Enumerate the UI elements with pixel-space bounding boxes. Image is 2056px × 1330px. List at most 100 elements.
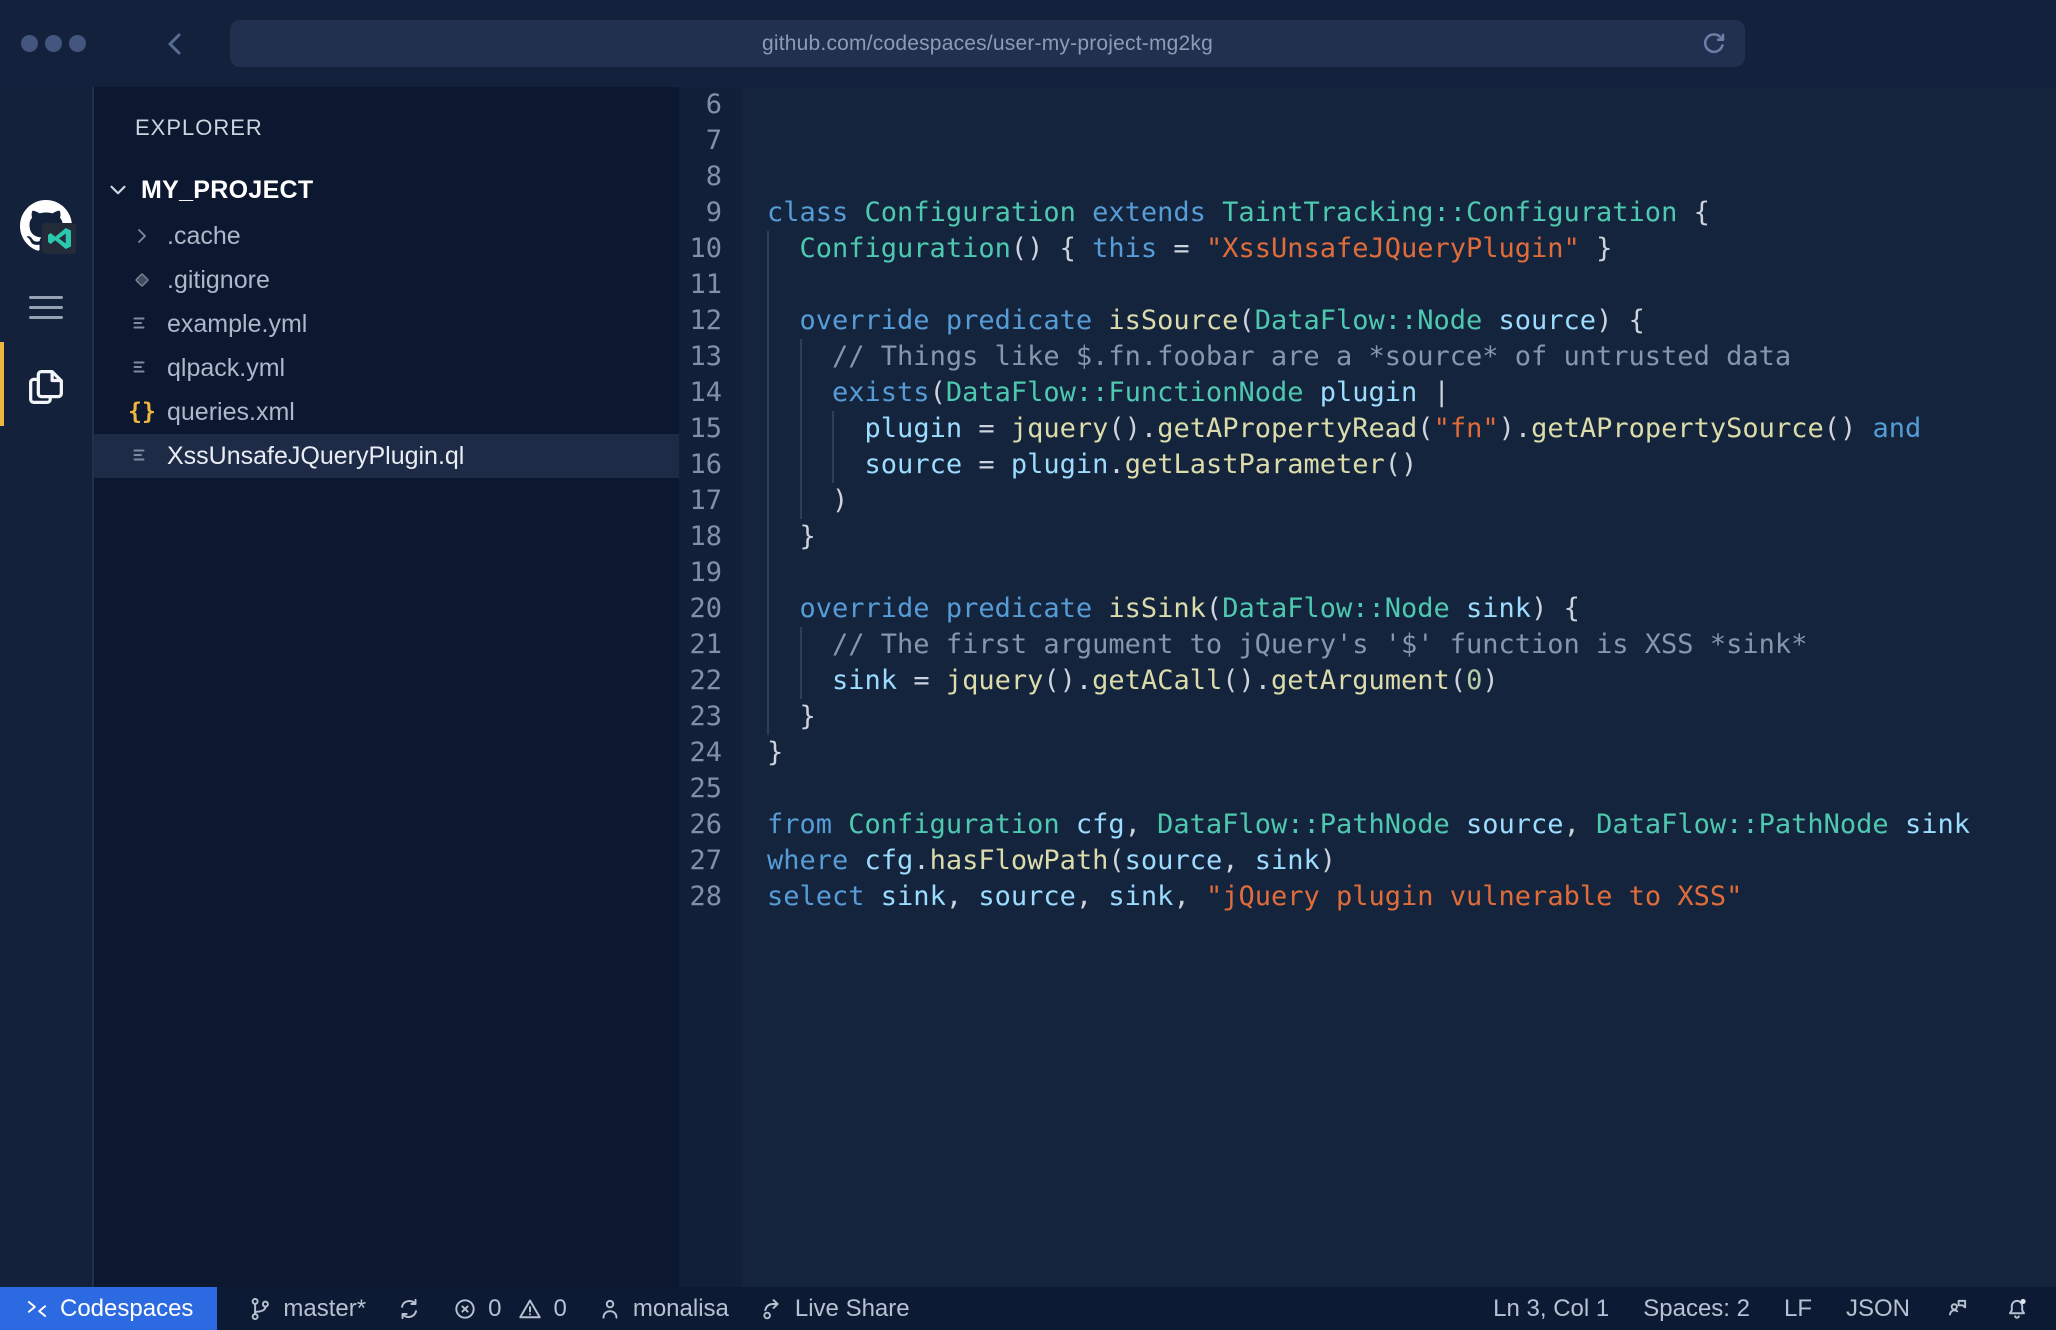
feedback-icon [1944,1296,1970,1322]
code-line-23[interactable]: } [767,699,2056,735]
status-item-indentation[interactable]: Spaces: 2 [1643,1287,1750,1330]
code-line-10[interactable]: Configuration() { this = "XssUnsafeJQuer… [767,231,2056,267]
error-icon [452,1296,478,1322]
indent-guide [767,267,769,303]
tree-item-label: example.yml [167,310,307,339]
indent-guide [832,447,834,483]
code-line-13[interactable]: // Things like $.fn.foobar are a *source… [767,339,2056,375]
status-item-label: Spaces: 2 [1643,1295,1750,1323]
line-number: 25 [679,771,722,807]
status-item-label: Codespaces [60,1295,193,1323]
main-area: EXPLORER MY_PROJECT .cache.gitignoreexam… [0,87,2056,1287]
indent-guide [767,555,769,591]
code-line-6[interactable] [767,87,2056,123]
line-number: 6 [679,87,722,123]
status-item-problems[interactable]: 00 [452,1287,567,1330]
indent-guide [767,375,769,411]
explorer-sidebar: EXPLORER MY_PROJECT .cache.gitignoreexam… [94,87,679,1287]
line-number: 10 [679,231,722,267]
tree-item-example-yml[interactable]: example.yml [94,302,679,346]
line-number: 26 [679,807,722,843]
status-item-live-share[interactable]: Live Share [759,1287,910,1330]
indent-guide [800,339,802,375]
code-line-11[interactable] [767,267,2056,303]
tree-item--cache[interactable]: .cache [94,214,679,258]
line-number: 18 [679,519,722,555]
status-item-sync[interactable] [396,1287,422,1330]
file-tree: .cache .gitignore example.yml qlpack.yml {} q… [94,214,679,478]
status-item-feedback[interactable] [1944,1287,1970,1330]
code-line-21[interactable]: // The first argument to jQuery's '$' fu… [767,627,2056,663]
line-number: 17 [679,483,722,519]
tree-item-label: .cache [167,222,241,251]
tree-item-queries-xml[interactable]: {} queries.xml [94,390,679,434]
window-minimize-button[interactable] [45,35,62,52]
indent-guide [767,519,769,555]
status-item-cursor-position[interactable]: Ln 3, Col 1 [1493,1287,1609,1330]
code-line-19[interactable] [767,555,2056,591]
url-bar[interactable]: github.com/codespaces/user-my-project-mg… [230,20,1745,67]
indent-guide [800,483,802,519]
code-line-28[interactable]: select sink, source, sink, "jQuery plugi… [767,879,2056,915]
status-item-label: LF [1784,1295,1812,1323]
status-item-notifications[interactable] [2004,1287,2030,1330]
window-close-button[interactable] [21,35,38,52]
browser-chrome: github.com/codespaces/user-my-project-mg… [0,0,2056,87]
code-line-25[interactable] [767,771,2056,807]
codespaces-window: github.com/codespaces/user-my-project-mg… [0,0,2056,1330]
code-line-15[interactable]: plugin = jquery().getAPropertyRead("fn")… [767,411,2056,447]
status-bar-left: Codespaces master* 00 monalisa Live Share [0,1287,910,1330]
status-item-language-mode[interactable]: JSON [1846,1287,1910,1330]
code-line-24[interactable]: } [767,735,2056,771]
code-line-22[interactable]: sink = jquery().getACall().getArgument(0… [767,663,2056,699]
status-item-git-branch[interactable]: master* [247,1287,366,1330]
bell-icon [2004,1296,2030,1322]
tree-item-xssunsafejqueryplugin-ql[interactable]: XssUnsafeJQueryPlugin.ql [94,434,679,478]
tree-item-qlpack-yml[interactable]: qlpack.yml [94,346,679,390]
status-item-codespaces[interactable]: Codespaces [0,1287,217,1330]
refresh-icon[interactable] [1699,29,1729,59]
line-number: 28 [679,879,722,915]
indent-guide [767,231,769,267]
project-name: MY_PROJECT [141,176,313,205]
code-line-9[interactable]: class Configuration extends TaintTrackin… [767,195,2056,231]
code-line-14[interactable]: exists(DataFlow::FunctionNode plugin | [767,375,2056,411]
code-line-17[interactable]: ) [767,483,2056,519]
code-line-20[interactable]: override predicate isSink(DataFlow::Node… [767,591,2056,627]
status-item-label: JSON [1846,1295,1910,1323]
chevron-right-icon [127,221,157,251]
braces-icon: {} [127,397,157,427]
tree-item--gitignore[interactable]: .gitignore [94,258,679,302]
code-line-26[interactable]: from Configuration cfg, DataFlow::PathNo… [767,807,2056,843]
status-item-label: monalisa [633,1295,729,1323]
code-line-18[interactable]: } [767,519,2056,555]
back-icon[interactable] [160,28,192,60]
code-line-27[interactable]: where cfg.hasFlowPath(source, sink) [767,843,2056,879]
status-item-label: 0 [488,1295,501,1323]
code-editor[interactable]: 6789101112131415161718192021222324252627… [679,87,2056,1287]
menu-icon[interactable] [29,296,63,320]
indent-guide [800,663,802,699]
status-item-user[interactable]: monalisa [597,1287,729,1330]
line-number: 16 [679,447,722,483]
code-line-8[interactable] [767,159,2056,195]
line-number: 21 [679,627,722,663]
git-branch-icon [247,1296,273,1322]
code-line-7[interactable] [767,123,2056,159]
vscode-icon [42,223,76,254]
code-line-16[interactable]: source = plugin.getLastParameter() [767,447,2056,483]
window-maximize-button[interactable] [69,35,86,52]
indent-guide [767,483,769,519]
tree-item-label: queries.xml [167,398,295,427]
indent-guide [767,699,769,735]
line-number: 23 [679,699,722,735]
explorer-files-icon[interactable] [23,364,69,410]
code-content: class Configuration extends TaintTrackin… [742,87,2056,1287]
status-item-end-of-line[interactable]: LF [1784,1287,1812,1330]
project-root-row[interactable]: MY_PROJECT [94,168,679,212]
warning-icon [517,1296,543,1322]
url-text: github.com/codespaces/user-my-project-mg… [762,32,1213,56]
tree-item-label: qlpack.yml [167,354,285,383]
indent-guide [767,627,769,663]
code-line-12[interactable]: override predicate isSource(DataFlow::No… [767,303,2056,339]
